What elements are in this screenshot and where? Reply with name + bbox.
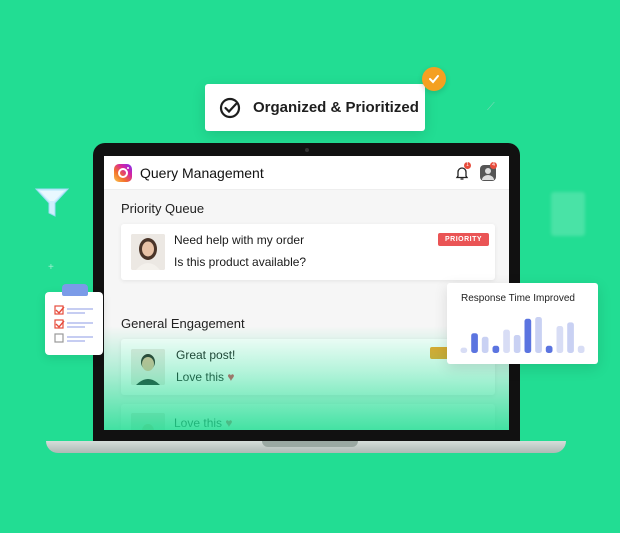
message-line: Love this ♥ xyxy=(174,416,233,430)
checklist-clipboard xyxy=(45,292,103,355)
response-bar xyxy=(513,335,521,353)
response-bar xyxy=(460,347,468,353)
response-bar xyxy=(577,345,585,353)
general-query-card[interactable]: Great post! Love this ♥ xyxy=(121,339,495,395)
response-bar xyxy=(481,336,489,353)
sparkle-decoration: ⟋ xyxy=(487,101,495,113)
profile-notification-count: 4 xyxy=(490,162,497,169)
message-line: Is this product available? xyxy=(174,255,307,269)
response-bar xyxy=(471,333,478,353)
heart-icon: ♥ xyxy=(225,416,233,430)
message-line: Need help with my order xyxy=(174,233,305,247)
response-bar-chart xyxy=(460,317,585,353)
priority-tag: PRIORITY xyxy=(438,233,490,246)
priority-queue-title: Priority Queue xyxy=(121,201,205,216)
avatar xyxy=(131,234,165,270)
avatar xyxy=(131,349,165,385)
instagram-icon xyxy=(114,164,132,182)
banner-text: Organized & Prioritized xyxy=(253,99,419,116)
response-bar xyxy=(545,345,553,353)
response-bar xyxy=(524,318,532,353)
response-bar xyxy=(567,322,574,353)
general-query-card[interactable]: Love this ♥ xyxy=(121,404,495,430)
response-bar xyxy=(503,329,510,353)
message-line: Great post! xyxy=(176,348,236,362)
response-bar xyxy=(535,317,542,353)
funnel-icon xyxy=(34,188,70,217)
bell-notification-count: 1 xyxy=(464,162,471,169)
camera-dot xyxy=(305,148,309,152)
app-header: Query Management 1 4 xyxy=(104,156,509,190)
general-engagement-title: General Engagement xyxy=(121,316,245,331)
clipboard-clip-icon xyxy=(62,284,88,296)
response-time-title: Response Time Improved xyxy=(461,293,575,304)
response-time-card: Response Time Improved xyxy=(447,283,598,364)
checkmark-badge-icon xyxy=(422,67,446,91)
priority-query-card[interactable]: Need help with my order Is this product … xyxy=(121,224,495,280)
heart-icon: ♥ xyxy=(227,370,235,384)
check-circle-icon xyxy=(219,97,241,118)
response-bar xyxy=(556,326,564,353)
message-line: Love this ♥ xyxy=(176,370,235,384)
organized-banner: Organized & Prioritized xyxy=(205,84,425,131)
avatar xyxy=(131,413,165,430)
laptop-notch xyxy=(262,441,358,447)
response-bar xyxy=(492,345,500,353)
app-title: Query Management xyxy=(140,165,264,181)
document-decoration xyxy=(551,192,585,236)
plus-decoration: + xyxy=(48,262,54,273)
